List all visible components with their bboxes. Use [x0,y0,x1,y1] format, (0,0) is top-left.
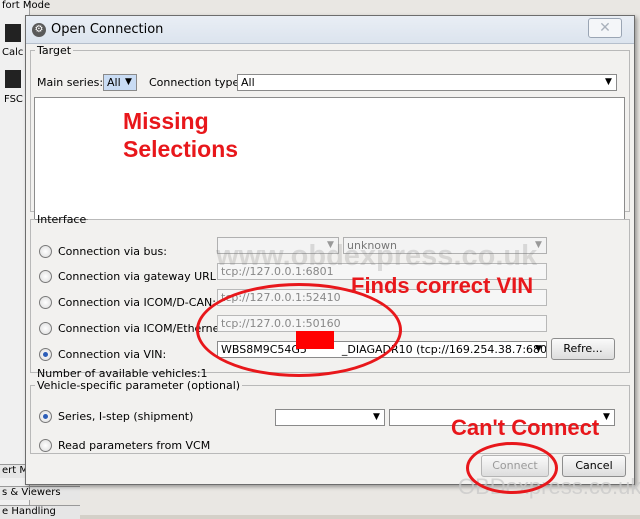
background-tab[interactable]: e Handling [0,505,80,519]
series-select[interactable]: ▼ [275,409,385,426]
connection-type-label: Connection type: [149,76,244,89]
annotation-cant-connect: Can't Connect [451,415,600,440]
calculator-icon [5,24,21,42]
radio-vin[interactable] [39,348,52,361]
fsc-icon [5,70,21,88]
app-icon: ⚙ [32,23,46,37]
connection-type-select[interactable]: All ▼ [237,74,617,91]
annotation-missing-line-2: Selections [123,136,239,162]
radio-gateway[interactable] [39,270,52,283]
title-bar: ⚙ Open Connection ✕ [26,16,634,44]
vehicle-params-legend: Vehicle-specific parameter (optional) [37,379,241,392]
center-watermark: www.obdexpress.co.uk [216,240,538,272]
vin-label: Connection via VIN: [58,348,167,361]
chevron-down-icon: ▼ [605,77,612,87]
background-icon-label: Calc [2,47,24,58]
target-legend: Target [37,44,72,57]
main-series-select[interactable]: All ▼ [103,74,137,91]
dialog-title: Open Connection [51,22,164,37]
series-istep-label: Series, I-step (shipment) [58,410,194,423]
main-series-value: All [107,76,121,89]
chevron-down-icon: ▼ [125,77,132,87]
read-vcm-label: Read parameters from VCM [58,439,211,452]
annotation-missing: Missing Selections [123,107,238,163]
annotation-vin-ellipse [196,283,402,377]
connection-type-value: All [241,76,255,89]
radio-read-vcm[interactable] [39,439,52,452]
radio-icom-ethernet[interactable] [39,322,52,335]
background-icon-label: FSC [4,94,23,105]
icom-dcan-label: Connection via ICOM/D-CAN: [58,296,216,309]
annotation-finds-vin: Finds correct VIN [351,273,534,298]
target-group: Target Main series: All ▼ Connection type… [30,44,630,220]
annotation-missing-line-1: Missing [123,108,209,134]
radio-icom-dcan[interactable] [39,296,52,309]
interface-legend: Interface [37,213,87,226]
annotation-connect-ellipse [466,442,558,494]
radio-series-istep[interactable] [39,410,52,423]
close-button[interactable]: ✕ [588,18,622,38]
chevron-down-icon: ▼ [603,412,610,422]
refresh-button[interactable]: Refre... [551,338,615,360]
main-series-label: Main series: [37,76,104,89]
chevron-down-icon: ▼ [535,344,542,354]
background-tab[interactable]: s & Viewers [0,486,80,500]
background-mode-label: fort Mode [2,0,51,11]
bus-label: Connection via bus: [58,245,167,258]
chevron-down-icon: ▼ [373,412,380,422]
radio-bus[interactable] [39,245,52,258]
gateway-label: Connection via gateway URL: [58,270,220,283]
close-icon: ✕ [599,20,611,36]
